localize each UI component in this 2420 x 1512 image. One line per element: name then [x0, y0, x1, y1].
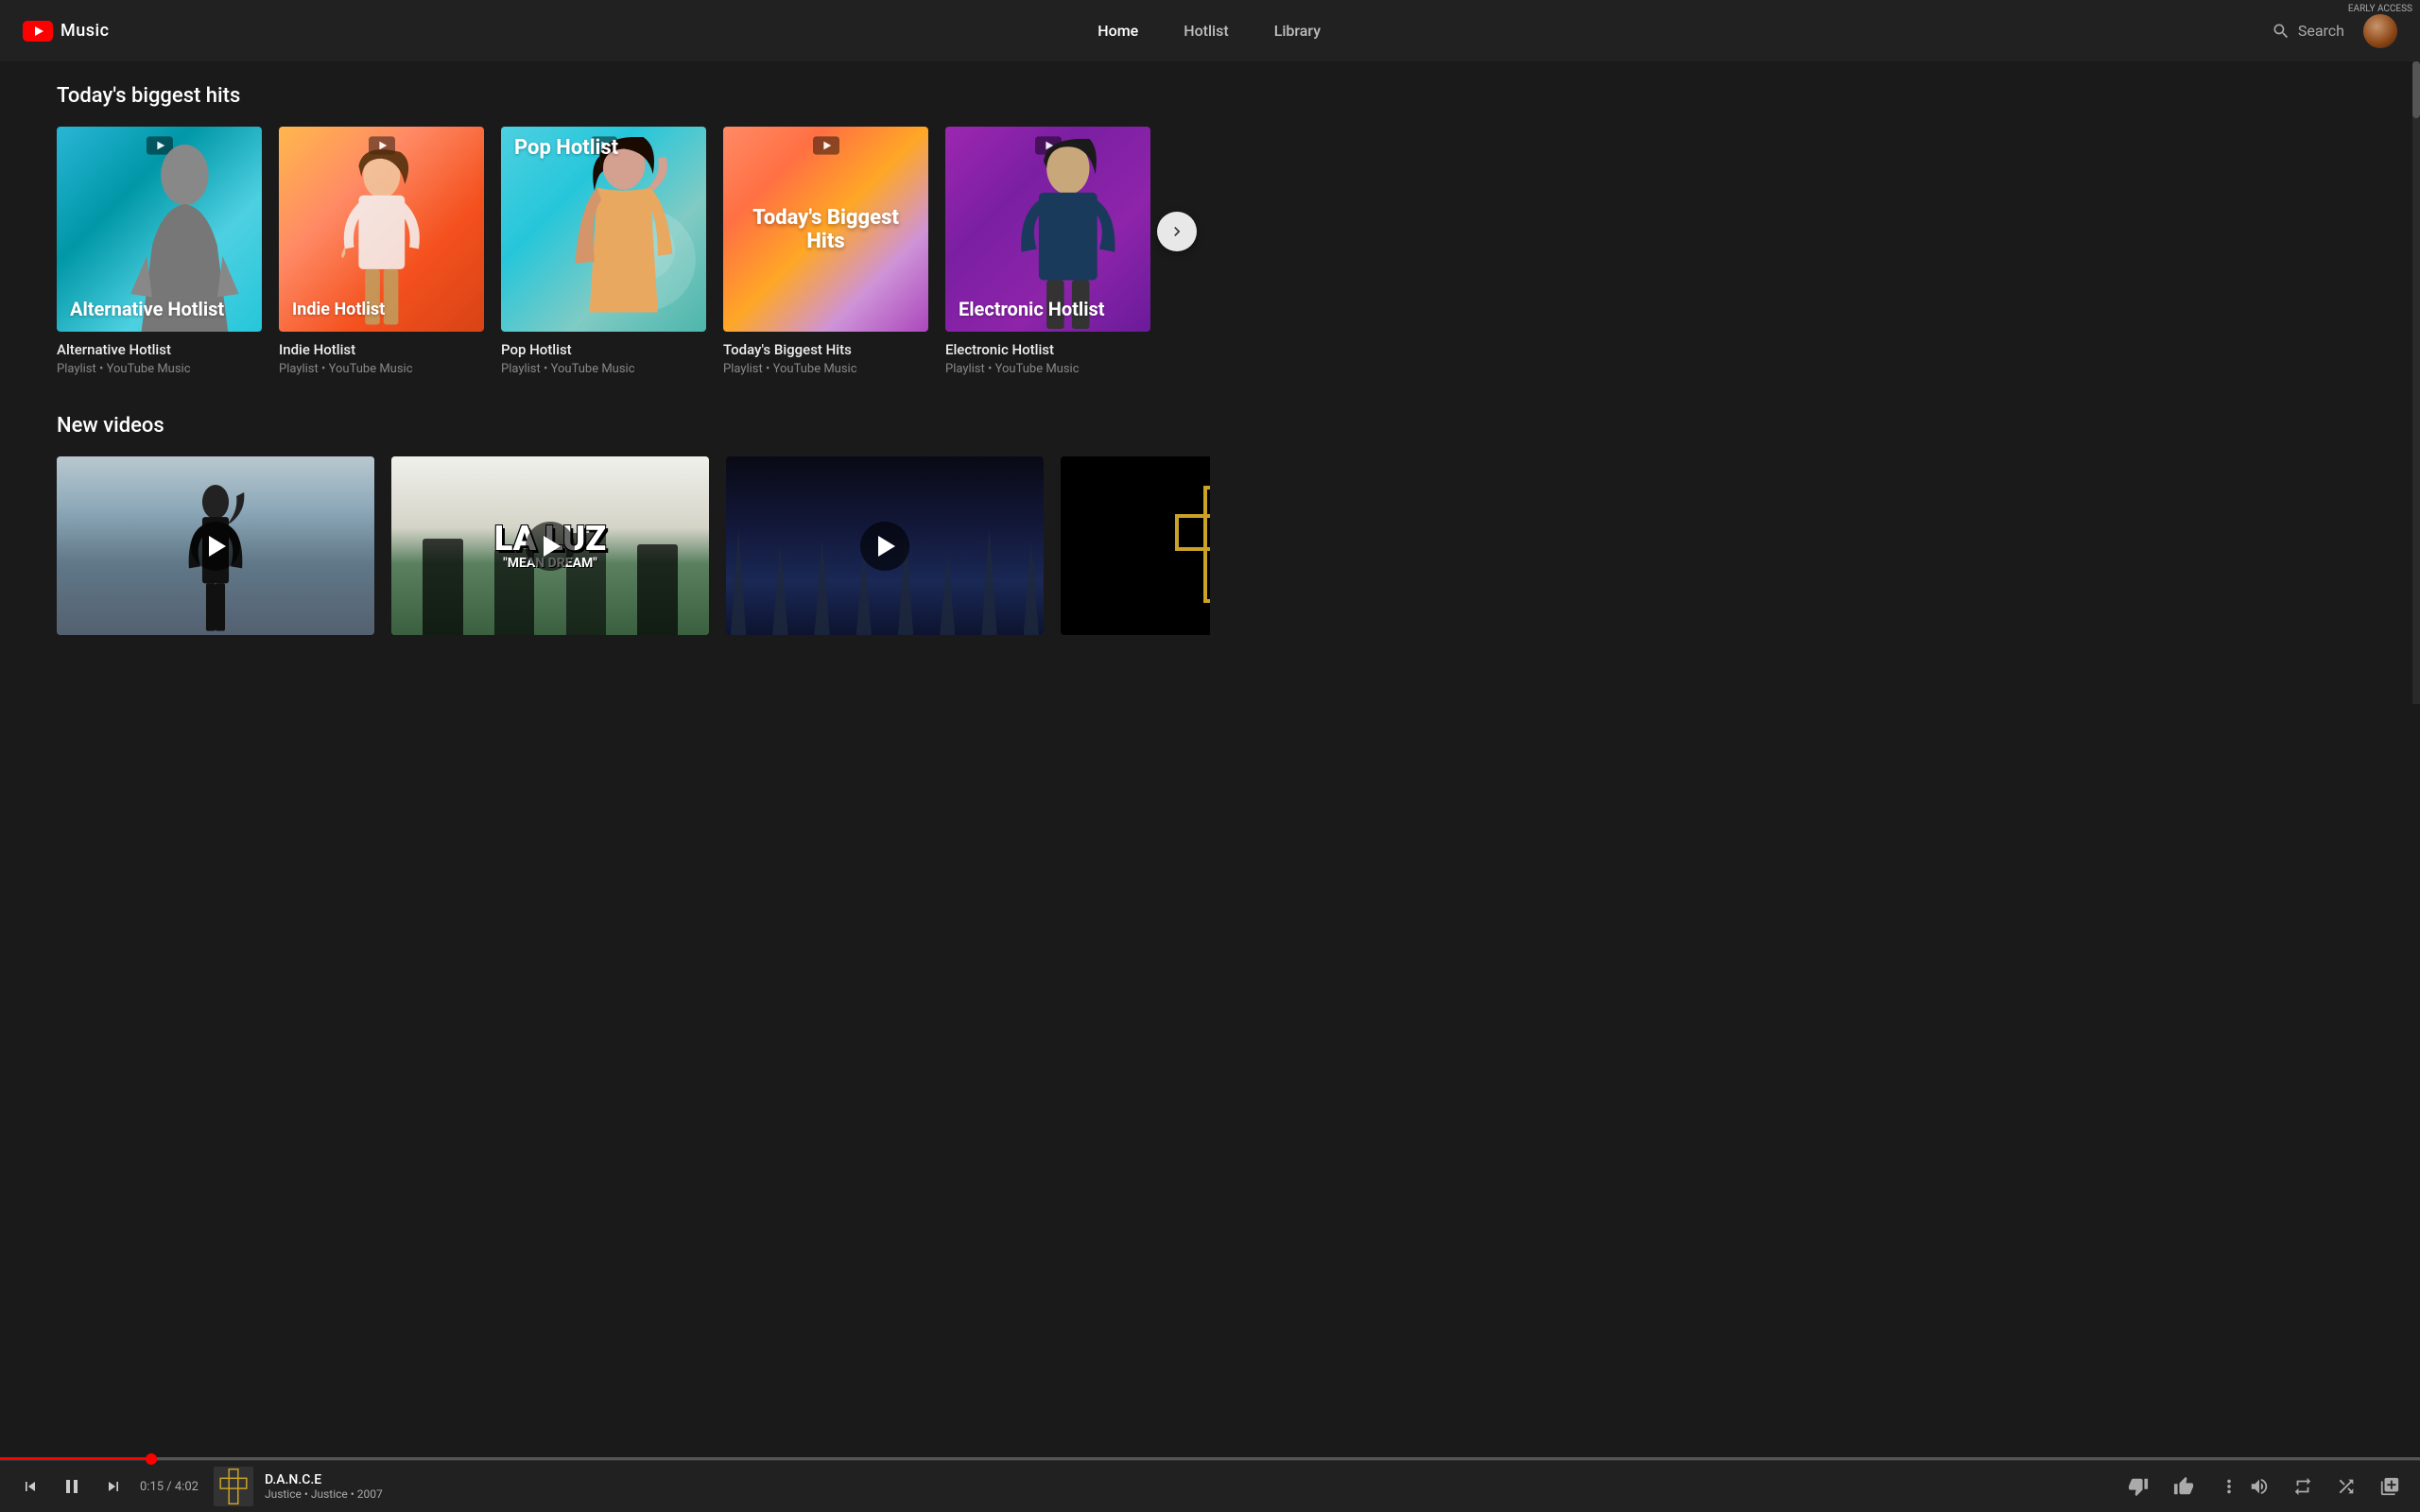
thumb-indie-hotlist: Indie Hotlist	[279, 127, 484, 332]
logo[interactable]: Music	[23, 21, 110, 42]
play-overlay-3	[860, 522, 909, 571]
thumb-label-electronic: Electronic Hotlist	[959, 298, 1137, 320]
more-vert-icon	[2219, 1476, 2239, 1497]
volume-button[interactable]	[2244, 1471, 2274, 1502]
more-options-button[interactable]	[2214, 1471, 2244, 1502]
thumb-label-biggest: Today's Biggest Hits	[723, 187, 928, 272]
like-button[interactable]	[2169, 1471, 2199, 1502]
video-thumb-2: LA LUZ "MEAN DREAM"	[391, 456, 709, 635]
carousel-next-button[interactable]	[1157, 212, 1197, 251]
play-overlay-2	[526, 522, 575, 571]
dislike-button[interactable]	[2123, 1471, 2153, 1502]
card-title-biggest: Today's Biggest Hits	[723, 341, 928, 358]
card-title-electronic: Electronic Hotlist	[945, 341, 1150, 358]
video-thumb-4	[1061, 456, 1210, 635]
main-content: Today's biggest hits	[0, 61, 1210, 704]
nav-library[interactable]: Library	[1252, 14, 1343, 47]
search-icon	[2272, 22, 2290, 41]
search-area[interactable]: Search	[2272, 22, 2344, 41]
card-biggest-hits[interactable]: Today's Biggest Hits Today's Biggest Hit…	[723, 127, 928, 376]
header-right: EARLY ACCESS	[2363, 14, 2397, 48]
thumb-label-pop: Pop Hotlist	[514, 136, 693, 161]
card-title-pop: Pop Hotlist	[501, 341, 706, 358]
video-card-2[interactable]: LA LUZ "MEAN DREAM"	[391, 456, 709, 635]
person-silhouette-3	[542, 137, 706, 332]
card-subtitle-biggest: Playlist • YouTube Music	[723, 362, 928, 376]
thumb-yt-icon-4	[813, 136, 839, 155]
thumb-biggest-hits: Today's Biggest Hits	[723, 127, 928, 332]
queue-icon	[2379, 1476, 2400, 1497]
new-videos-section: New videos	[0, 414, 1210, 635]
next-button[interactable]	[98, 1471, 129, 1502]
card-title-alt: Alternative Hotlist	[57, 341, 262, 358]
video-card-4[interactable]	[1061, 456, 1210, 635]
card-subtitle-electronic: Playlist • YouTube Music	[945, 362, 1150, 376]
card-title-indie: Indie Hotlist	[279, 341, 484, 358]
biggest-hits-section: Today's biggest hits	[0, 84, 1210, 376]
now-playing-info: D.A.N.C.E Justice • Justice • 2007	[265, 1472, 383, 1501]
main-nav: Home Hotlist Library	[147, 14, 2272, 47]
youtube-icon	[23, 21, 53, 42]
thumbs-up-icon	[2173, 1476, 2194, 1497]
video-card-3[interactable]	[726, 456, 1044, 635]
video-card-1[interactable]	[57, 456, 374, 635]
card-subtitle-indie: Playlist • YouTube Music	[279, 362, 484, 376]
video-thumb-3	[726, 456, 1044, 635]
play-pause-button[interactable]	[57, 1471, 87, 1502]
search-label: Search	[2298, 22, 2344, 40]
thumb-pop-hotlist: Pop Hotlist	[501, 127, 706, 332]
scrollbar-thumb[interactable]	[2412, 61, 2420, 118]
card-indie-hotlist[interactable]: Indie Hotlist Indie Hotlist Playlist • Y…	[279, 127, 484, 376]
skip-next-icon	[104, 1477, 123, 1496]
thumbs-down-icon	[2128, 1476, 2149, 1497]
shuffle-icon	[2336, 1476, 2357, 1497]
nav-home[interactable]: Home	[1075, 14, 1161, 47]
repeat-button[interactable]	[2288, 1471, 2318, 1502]
pause-icon	[60, 1475, 83, 1498]
now-playing-title: D.A.N.C.E	[265, 1472, 383, 1487]
card-subtitle-alt: Playlist • YouTube Music	[57, 362, 262, 376]
player-controls: 0:15 / 4:02	[15, 1471, 199, 1502]
now-playing-artist: Justice • Justice • 2007	[265, 1487, 383, 1501]
cross-icon	[1172, 483, 1210, 606]
player-actions	[2123, 1471, 2244, 1502]
card-alt-hotlist[interactable]: Alternative Hotlist Alternative Hotlist …	[57, 127, 262, 376]
player-bar: 0:15 / 4:02 D.A.N.C.E Justice • Justice …	[0, 1460, 2420, 1512]
scrollbar-track	[2412, 61, 2420, 704]
thumb-label-alt: Alternative Hotlist	[70, 298, 249, 320]
video-cards-row: LA LUZ "MEAN DREAM"	[0, 456, 1210, 635]
thumb-electronic-hotlist: Electronic Hotlist	[945, 127, 1150, 332]
thumb-alt-hotlist: Alternative Hotlist	[57, 127, 262, 332]
progress-dot	[146, 1453, 157, 1465]
shuffle-button[interactable]	[2331, 1471, 2361, 1502]
logo-text: Music	[60, 21, 110, 41]
prev-button[interactable]	[15, 1471, 45, 1502]
repeat-icon	[2292, 1476, 2313, 1497]
volume-icon	[2249, 1476, 2270, 1497]
thumb-label-indie: Indie Hotlist	[292, 300, 471, 320]
justice-cross	[1172, 483, 1210, 610]
player-right-controls	[2244, 1471, 2405, 1502]
video-thumb-1	[57, 456, 374, 635]
new-videos-title: New videos	[0, 414, 1210, 438]
play-overlay-1	[191, 522, 240, 571]
early-access-badge: EARLY ACCESS	[2341, 0, 2420, 18]
queue-button[interactable]	[2375, 1471, 2405, 1502]
avatar[interactable]	[2363, 14, 2397, 48]
card-subtitle-pop: Playlist • YouTube Music	[501, 362, 706, 376]
biggest-hits-title: Today's biggest hits	[0, 84, 1210, 108]
header: Music Home Hotlist Library Search EARLY …	[0, 0, 2420, 61]
progress-bar-container[interactable]	[0, 1457, 2420, 1460]
card-pop-hotlist[interactable]: Pop Hotlist Pop Hotlist Playlist • YouTu…	[501, 127, 706, 376]
card-electronic-hotlist[interactable]: Electronic Hotlist Electronic Hotlist Pl…	[945, 127, 1150, 376]
now-playing: D.A.N.C.E Justice • Justice • 2007	[214, 1467, 2123, 1506]
playlist-cards-row: Alternative Hotlist Alternative Hotlist …	[0, 127, 1210, 376]
progress-fill	[0, 1457, 151, 1460]
time-display: 0:15 / 4:02	[140, 1480, 199, 1494]
nav-hotlist[interactable]: Hotlist	[1161, 14, 1251, 47]
np-cross-icon	[219, 1468, 248, 1505]
skip-previous-icon	[21, 1477, 40, 1496]
now-playing-thumb	[214, 1467, 253, 1506]
